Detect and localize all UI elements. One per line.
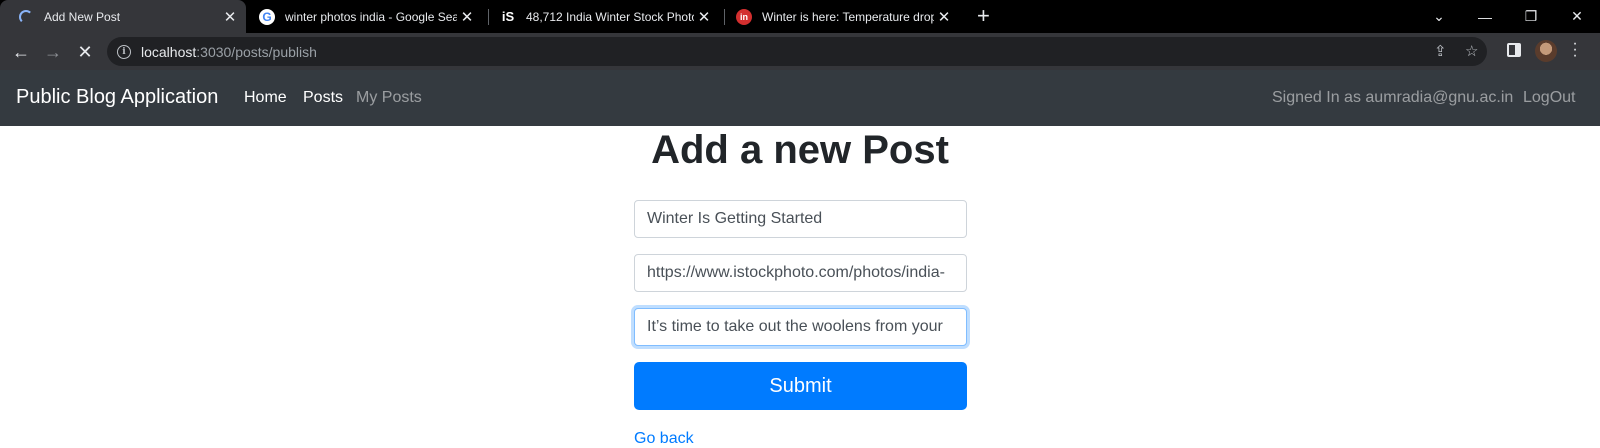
inshorts-icon: in [736, 8, 752, 25]
side-panel-icon[interactable] [1507, 43, 1521, 57]
close-tab-icon[interactable]: ✕ [934, 8, 954, 26]
brand-link[interactable]: Public Blog Application [16, 86, 218, 109]
browser-toolbar: ← → ✕ i localhost:3030/posts/publish ⇪ ☆… [0, 33, 1600, 70]
post-content-input[interactable]: It’s time to take out the woolens from y… [634, 308, 967, 346]
profile-avatar[interactable] [1535, 40, 1557, 62]
restore-button[interactable]: ❐ [1508, 0, 1554, 33]
tab-separator [724, 9, 725, 25]
address-bar[interactable]: i localhost:3030/posts/publish ⇪ ☆ [107, 37, 1487, 66]
tab-title: Add New Post [44, 9, 121, 24]
post-title-input[interactable]: Winter Is Getting Started [634, 200, 967, 238]
nav-posts[interactable]: Posts [303, 89, 343, 107]
nav-home[interactable]: Home [244, 89, 287, 107]
bookmark-star-icon[interactable]: ☆ [1465, 42, 1478, 60]
close-tab-icon[interactable]: ✕ [457, 8, 477, 26]
browser-menu-icon[interactable]: · · · [1570, 36, 1580, 64]
new-tab-button[interactable]: + [977, 5, 990, 27]
close-tab-icon[interactable]: ✕ [220, 8, 240, 26]
nav-logout[interactable]: LogOut [1523, 89, 1575, 107]
close-tab-icon[interactable]: ✕ [694, 8, 714, 26]
forward-arrow-icon[interactable]: → [41, 40, 65, 64]
share-icon[interactable]: ⇪ [1434, 42, 1447, 60]
signed-in-status: Signed In as aumradia@gnu.ac.in [1272, 89, 1514, 106]
stop-loading-icon[interactable]: ✕ [73, 40, 97, 64]
loading-spinner-icon [18, 9, 34, 25]
url-text[interactable]: localhost:3030/posts/publish [141, 44, 317, 60]
tab-add-new-post[interactable]: Add New Post ✕ [0, 0, 246, 33]
back-arrow-icon[interactable]: ← [9, 40, 33, 64]
tab-istock[interactable]: iS 48,712 India Winter Stock Photos ✕ [490, 0, 720, 33]
site-info-icon[interactable]: i [117, 44, 131, 59]
submit-button[interactable]: Submit [634, 362, 967, 410]
tab-separator [488, 9, 489, 25]
image-url-input[interactable]: https://www.istockphoto.com/photos/india… [634, 254, 967, 292]
tab-search-chevron-icon[interactable]: ⌄ [1416, 0, 1462, 33]
close-window-button[interactable]: ✕ [1554, 0, 1600, 33]
browser-tab-strip: Add New Post ✕ G winter photos india - G… [0, 0, 1600, 33]
istock-icon: iS [501, 9, 515, 24]
tab-title: winter photos india - Google Sea [285, 9, 457, 24]
tab-inshorts[interactable]: in Winter is here: Temperature drop ✕ [726, 0, 960, 33]
tab-google-search[interactable]: G winter photos india - Google Sea ✕ [249, 0, 483, 33]
go-back-link[interactable]: Go back [634, 430, 694, 448]
page-title: Add a new Post [651, 128, 949, 172]
minimize-button[interactable]: — [1462, 0, 1508, 33]
google-icon: G [259, 8, 275, 25]
app-navbar: Public Blog Application Home Posts My Po… [0, 70, 1600, 126]
tab-title: 48,712 India Winter Stock Photos [526, 9, 694, 24]
tab-title: Winter is here: Temperature drop [762, 9, 934, 24]
nav-my-posts[interactable]: My Posts [356, 89, 422, 107]
